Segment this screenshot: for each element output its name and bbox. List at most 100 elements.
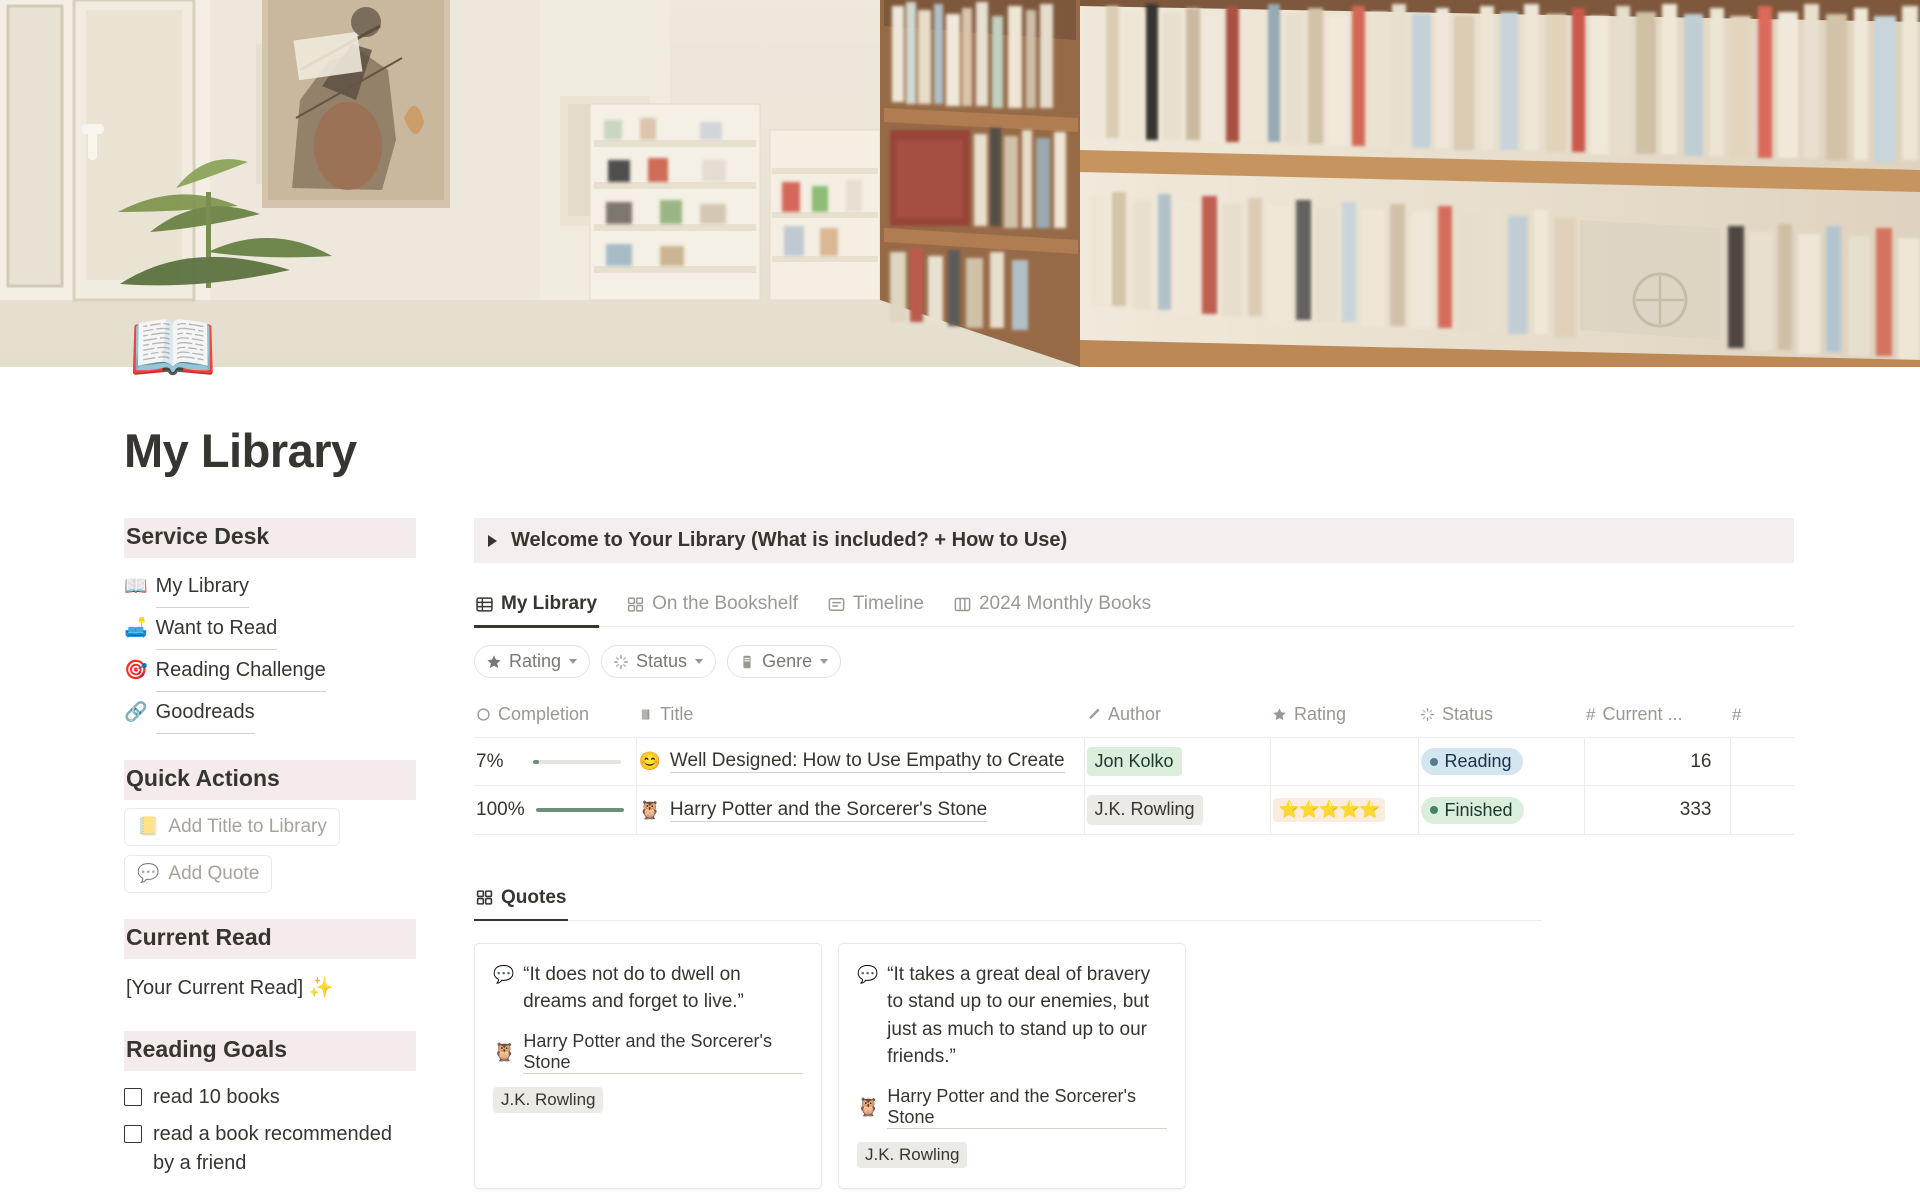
star-icon: [487, 654, 501, 668]
tab-quotes[interactable]: Quotes: [474, 881, 569, 922]
progress-bar: [533, 759, 621, 764]
sidebar-item-reading-challenge[interactable]: 🎯 Reading Challenge: [124, 650, 416, 692]
column-label: Rating: [1294, 704, 1347, 724]
current-page-value: 333: [1679, 799, 1712, 821]
filter-label: Genre: [762, 651, 813, 671]
column-header-rating[interactable]: Rating: [1270, 696, 1418, 738]
tab-2024-monthly-books[interactable]: 2024 Monthly Books: [952, 587, 1153, 626]
section-heading-current-read: Current Read: [124, 918, 416, 959]
page-body: My Library Service Desk 📖 My Library 🛋️ …: [0, 367, 1920, 1199]
current-page-value: 16: [1690, 750, 1712, 772]
filter-status[interactable]: Status: [601, 645, 717, 678]
timeline-icon: [828, 597, 845, 611]
column-label: Author: [1108, 704, 1162, 724]
target-icon: 🎯: [124, 659, 148, 681]
column-header-current-page[interactable]: # Current ...: [1584, 696, 1730, 738]
reading-goal-item[interactable]: read a book recommended by a friend: [124, 1116, 416, 1182]
column-header-status[interactable]: Status: [1418, 696, 1584, 738]
quote-text-row: 💬 “It does not do to dwell on dreams and…: [493, 961, 803, 1016]
chevron-right-icon[interactable]: [488, 534, 497, 547]
column-header-author[interactable]: Author: [1084, 696, 1270, 738]
tab-timeline[interactable]: Timeline: [826, 587, 926, 626]
add-quote-button[interactable]: 💬 Add Quote: [124, 854, 273, 893]
quote-text: “It takes a great deal of bravery to sta…: [887, 963, 1151, 1068]
welcome-toggle-block[interactable]: Welcome to Your Library (What is include…: [474, 518, 1794, 563]
quotes-view-tabs: Quotes: [474, 881, 1542, 922]
reading-goal-item[interactable]: read 10 books: [124, 1079, 416, 1116]
smiling-face-icon: 😊: [638, 751, 661, 772]
status-label: Finished: [1444, 799, 1513, 820]
cell-truncated[interactable]: [1730, 737, 1794, 787]
sidebar-item-want-to-read[interactable]: 🛋️ Want to Read: [124, 608, 416, 650]
tab-label: Timeline: [852, 593, 924, 614]
open-book-icon: 📖: [124, 575, 148, 597]
cell-current-page[interactable]: 333: [1584, 785, 1731, 835]
quote-card[interactable]: 💬 “It takes a great deal of bravery to s…: [838, 942, 1186, 1189]
filter-label: Status: [636, 651, 688, 671]
quote-source-link[interactable]: Harry Potter and the Sorcerer's Stone: [887, 1086, 1167, 1129]
quote-card[interactable]: 💬 “It does not do to dwell on dreams and…: [474, 942, 822, 1189]
add-title-to-library-button[interactable]: 📒 Add Title to Library: [124, 807, 340, 846]
book-title-link[interactable]: Well Designed: How to Use Empathy to Cre…: [669, 750, 1065, 774]
number-icon: #: [1586, 704, 1596, 724]
circle-icon: [477, 708, 490, 721]
status-icon: [1420, 707, 1435, 722]
section-heading-reading-goals: Reading Goals: [124, 1030, 416, 1071]
quote-source-link[interactable]: Harry Potter and the Sorcerer's Stone: [523, 1031, 803, 1074]
sidebar-item-label: My Library: [155, 566, 250, 608]
status-badge: Finished: [1420, 796, 1524, 824]
current-read-value[interactable]: [Your Current Read] ✨: [124, 967, 416, 1005]
add-quote-label: Add Quote: [168, 862, 260, 884]
quotes-gallery: 💬 “It does not do to dwell on dreams and…: [474, 942, 1920, 1189]
speech-balloon-icon: 💬: [493, 964, 515, 984]
tab-on-the-bookshelf[interactable]: On the Bookshelf: [625, 587, 800, 626]
section-heading-service-desk: Service Desk: [124, 518, 416, 558]
cell-author[interactable]: Jon Kolko: [1084, 737, 1271, 787]
board-icon: [954, 597, 971, 611]
column-header-title[interactable]: Title: [636, 696, 1084, 738]
cell-current-page[interactable]: 16: [1584, 737, 1731, 787]
column-label: Title: [660, 704, 694, 724]
cell-rating[interactable]: [1270, 737, 1419, 787]
cell-title[interactable]: 🦉 Harry Potter and the Sorcerer's Stone: [636, 785, 1085, 835]
number-icon: #: [1732, 704, 1742, 724]
cell-title[interactable]: 😊 Well Designed: How to Use Empathy to C…: [636, 737, 1085, 787]
sidebar: Service Desk 📖 My Library 🛋️ Want to Rea…: [124, 518, 428, 1199]
cell-truncated[interactable]: [1730, 785, 1794, 835]
quote-source-row: 🦉 Harry Potter and the Sorcerer's Stone: [857, 1086, 1167, 1129]
cell-status[interactable]: Finished: [1418, 785, 1585, 835]
reading-goal-label: read 10 books: [153, 1085, 280, 1108]
column-header-completion[interactable]: Completion: [474, 696, 636, 738]
sidebar-item-label: Reading Challenge: [155, 650, 326, 692]
page-icon[interactable]: 📖: [128, 312, 218, 384]
sidebar-item-goodreads[interactable]: 🔗 Goodreads: [124, 692, 416, 734]
cell-completion[interactable]: 7%: [474, 737, 637, 787]
cell-rating[interactable]: ⭐⭐⭐⭐⭐: [1270, 785, 1419, 835]
checkbox-icon[interactable]: [124, 1087, 142, 1106]
filter-rating[interactable]: Rating: [474, 645, 591, 678]
owl-icon: 🦉: [493, 1041, 516, 1062]
owl-icon: 🦉: [638, 799, 661, 820]
column-label: Status: [1442, 704, 1494, 724]
table-row[interactable]: 7% 😊 Well Designed: How to Use Empathy t…: [474, 737, 1794, 787]
table-row[interactable]: 100% 🦉 Harry Potter and the Sorcerer's S…: [474, 785, 1794, 835]
tab-my-library[interactable]: My Library: [474, 587, 600, 628]
quote-author-chip: J.K. Rowling: [857, 1141, 968, 1168]
chevron-down-icon[interactable]: [820, 659, 829, 664]
tab-label: On the Bookshelf: [652, 593, 798, 614]
checkbox-icon[interactable]: [124, 1124, 142, 1143]
column-header-truncated[interactable]: #: [1730, 696, 1794, 738]
status-dot-icon: [1429, 806, 1438, 815]
cell-author[interactable]: J.K. Rowling: [1084, 785, 1271, 835]
filter-genre[interactable]: Genre: [727, 645, 842, 678]
chevron-down-icon[interactable]: [695, 659, 704, 664]
book-title-link[interactable]: Harry Potter and the Sorcerer's Stone: [669, 799, 988, 822]
chevron-down-icon[interactable]: [569, 659, 578, 664]
couch-icon: 🛋️: [124, 617, 148, 639]
rating-stars: ⭐⭐⭐⭐⭐: [1272, 798, 1386, 823]
cell-status[interactable]: Reading: [1418, 737, 1585, 787]
table-icon: [476, 596, 493, 612]
cell-completion[interactable]: 100%: [474, 785, 637, 835]
sidebar-item-my-library[interactable]: 📖 My Library: [124, 566, 416, 608]
page-columns: Service Desk 📖 My Library 🛋️ Want to Rea…: [0, 518, 1920, 1199]
